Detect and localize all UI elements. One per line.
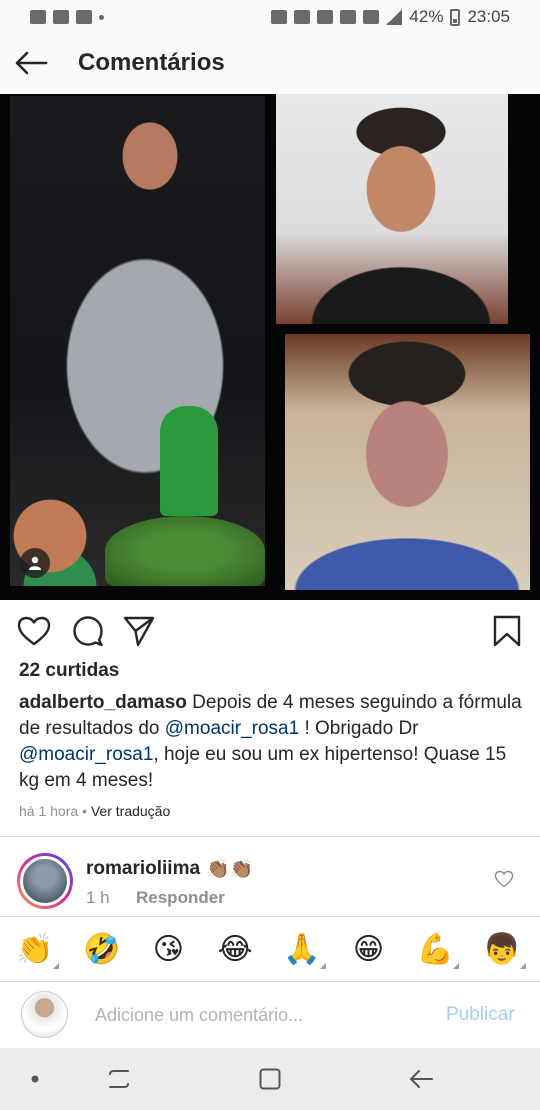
nav-dot-button[interactable]: [20, 1064, 50, 1094]
cactus-decoration: [160, 406, 218, 516]
status-bar: 42% 23:05: [0, 0, 540, 34]
muscle-emoji-icon: 💪: [416, 931, 454, 967]
comment-icon: [73, 616, 103, 647]
joy-emoji-icon: 😂: [217, 931, 253, 967]
caption-mention-1[interactable]: @moacir_rosa1: [165, 718, 299, 739]
rofl-emoji-icon: 🤣: [83, 931, 121, 967]
variant-indicator-icon: [453, 963, 460, 969]
emoji-kiss[interactable]: 😘: [148, 929, 188, 969]
comment-input[interactable]: [95, 1000, 425, 1030]
home-square-icon: [259, 1068, 281, 1090]
emoji-muscle[interactable]: 💪: [415, 929, 460, 969]
battery-percent: 42%: [409, 7, 444, 26]
back-nav-button[interactable]: [406, 1064, 436, 1094]
emoji-rofl[interactable]: 🤣: [82, 929, 122, 969]
back-button[interactable]: [0, 34, 62, 92]
emoji-clap[interactable]: 👏: [15, 929, 59, 969]
variant-indicator-icon: [53, 963, 59, 969]
caption-text-2: ! Obrigado Dr: [299, 718, 419, 739]
page-title: Comentários: [78, 49, 225, 76]
comment-like-icon[interactable]: [494, 870, 514, 888]
post-image[interactable]: [0, 94, 540, 600]
my-avatar: [21, 991, 68, 1038]
reply-button[interactable]: Responder: [136, 888, 225, 908]
publish-button[interactable]: Publicar: [446, 1004, 515, 1026]
lock-icon: [271, 10, 288, 24]
kiss-emoji-icon: 😘: [152, 931, 185, 967]
comment-header: romarioliima 👏🏽👏🏽: [86, 857, 253, 881]
save-button[interactable]: [490, 614, 524, 648]
app-header: Comentários: [0, 34, 540, 92]
alarm-icon: [340, 10, 357, 24]
recent-apps-button[interactable]: [104, 1064, 134, 1094]
plant-decoration: [105, 516, 265, 586]
photo-after-1: [276, 94, 508, 324]
signal-icon: [386, 9, 403, 25]
post-meta: há 1 hora • Ver tradução: [19, 803, 170, 819]
likes-count[interactable]: 22 curtidas: [19, 660, 119, 682]
post-actions: [0, 606, 540, 656]
youtube-icon: [30, 10, 46, 24]
grin-emoji-icon: 😁: [352, 931, 385, 967]
person-icon: [29, 556, 41, 570]
battery-icon: [450, 8, 461, 26]
like-button[interactable]: [17, 614, 51, 648]
post-time: há 1 hora: [19, 803, 79, 819]
post-caption: adalberto_damaso Depois de 4 meses segui…: [19, 690, 524, 794]
variant-indicator-icon: [519, 963, 526, 969]
emoji-joy[interactable]: 😂: [215, 929, 255, 969]
photo-before: [10, 96, 265, 586]
status-right-icons: 42% 23:05: [271, 7, 510, 27]
emoji-pray[interactable]: 🙏: [282, 929, 326, 969]
notification-dot-icon: [99, 14, 104, 20]
pray-emoji-icon: 🙏: [283, 931, 321, 967]
clock: 23:05: [467, 7, 510, 26]
meta-separator: •: [78, 803, 91, 819]
comment-username[interactable]: romarioliima: [86, 858, 200, 880]
share-icon: [123, 616, 155, 647]
caption-username[interactable]: adalberto_damaso: [19, 692, 187, 713]
divider: [0, 836, 540, 837]
emoji-quick-bar: 👏 🤣 😘 😂 🙏 😁 💪 👦: [0, 918, 540, 980]
dot-icon: [31, 1075, 39, 1083]
back-arrow-icon: [410, 1070, 433, 1088]
wifi-icon: [363, 10, 380, 24]
tagged-people-button[interactable]: [20, 548, 50, 578]
emoji-boy[interactable]: 👦: [482, 929, 526, 969]
bluetooth-icon: [294, 10, 311, 24]
comment-time: 1 h: [86, 888, 110, 907]
heart-icon: [17, 616, 51, 646]
photo-after-2: [285, 334, 530, 590]
variant-indicator-icon: [319, 963, 326, 969]
avatar: [20, 856, 70, 906]
parking-icon: [76, 10, 92, 24]
clap-emoji-icon: 👏: [16, 931, 54, 967]
arrow-left-icon: [15, 51, 48, 75]
gallery-icon: [53, 10, 69, 24]
commenter-avatar[interactable]: [17, 853, 73, 909]
comment-composer: Publicar: [0, 982, 540, 1048]
bookmark-icon: [493, 615, 521, 647]
home-button[interactable]: [255, 1064, 285, 1094]
system-nav-bar: [0, 1048, 540, 1110]
divider: [0, 916, 540, 917]
boy-emoji-icon: 👦: [483, 931, 521, 967]
emoji-grin[interactable]: 😁: [349, 929, 389, 969]
status-left-icons: [30, 10, 104, 24]
translate-link[interactable]: Ver tradução: [91, 803, 170, 819]
mute-icon: [317, 10, 334, 24]
recent-apps-icon: [109, 1070, 129, 1088]
comment-button[interactable]: [71, 614, 105, 648]
share-button[interactable]: [122, 614, 156, 648]
comment-text: 👏🏽👏🏽: [206, 859, 254, 880]
caption-mention-2[interactable]: @moacir_rosa1: [19, 744, 153, 765]
